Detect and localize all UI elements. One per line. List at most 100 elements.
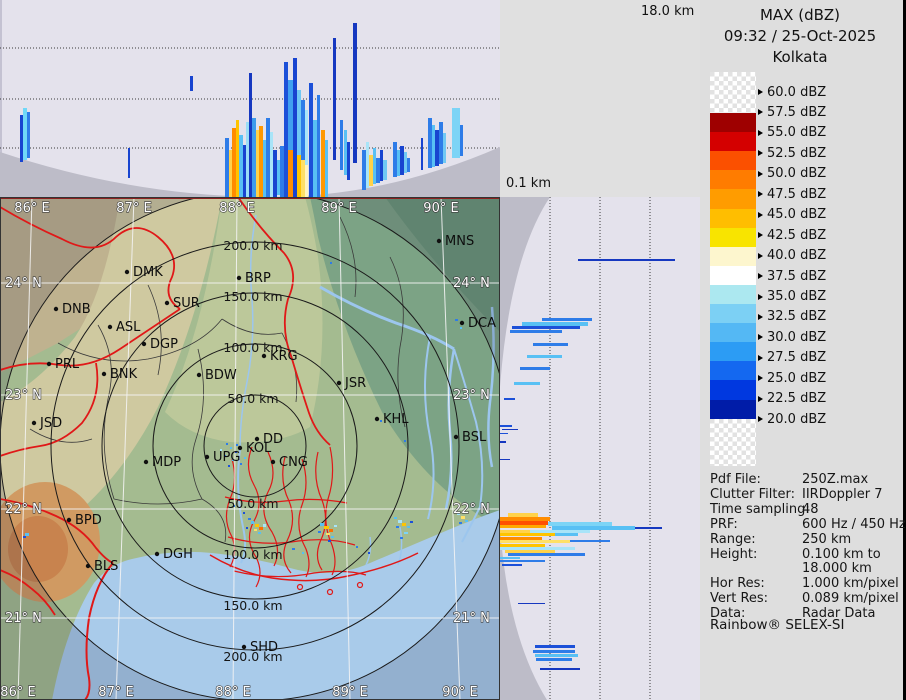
tick-arrow-icon: [758, 293, 763, 300]
echo-bar: [460, 125, 463, 156]
scale-tick-text: 22.5 dBZ: [767, 391, 827, 407]
echo-bar: [305, 165, 308, 197]
echo-pixel: [258, 532, 261, 534]
scale-tick-label: 35.0 dBZ: [758, 289, 827, 304]
city-dot: [124, 269, 130, 275]
city-label: BSL: [462, 430, 487, 445]
echo-bar: [540, 668, 580, 670]
scale-tick-text: 50.0 dBZ: [767, 166, 827, 182]
info-value: 0.100 km to: [802, 546, 881, 562]
scale-checker-swatch: [710, 72, 756, 113]
longitude-label-top: 86° E: [14, 201, 49, 216]
echo-pixel: [263, 524, 266, 527]
city-dot: [66, 517, 72, 523]
echo-bar: [301, 100, 305, 160]
scale-tick-text: 37.5 dBZ: [767, 268, 827, 284]
longitude-label-bottom: 87° E: [98, 685, 133, 700]
city-label: UPG: [213, 450, 240, 465]
echo-pixel: [251, 521, 254, 524]
city-dot: [85, 563, 91, 569]
tick-arrow-icon: [758, 313, 763, 320]
echo-bar: [344, 130, 347, 175]
echo-bar: [27, 112, 30, 158]
longitude-label-top: 87° E: [116, 201, 151, 216]
echo-pixel: [302, 552, 304, 554]
longitude-label-top: 89° E: [321, 201, 356, 216]
city-label: BDW: [205, 368, 237, 383]
scale-tick-label: 27.5 dBZ: [758, 350, 827, 366]
longitude-label-top: 90° E: [423, 201, 458, 216]
echo-pixel: [330, 262, 332, 264]
city-label: DCA: [468, 316, 496, 331]
scale-tick-text: 27.5 dBZ: [767, 350, 827, 366]
echo-pixel: [396, 526, 399, 528]
echo-bar: [305, 110, 308, 165]
tick-arrow-icon: [758, 170, 763, 177]
latitude-label-right: 24° N: [453, 276, 490, 291]
echo-pixel: [402, 523, 406, 526]
scale-color-swatch: [710, 380, 756, 400]
range-ring-label-south: 100.0 km: [223, 547, 282, 562]
echo-bar: [266, 118, 270, 197]
info-label: Hor Res:: [710, 576, 765, 592]
echo-pixel: [455, 319, 458, 321]
city-dot: [46, 361, 52, 367]
city-dot: [204, 454, 210, 460]
info-row: 18.000 km: [710, 561, 902, 576]
city-label: BPD: [75, 513, 102, 528]
info-value: 250 km: [802, 531, 852, 547]
echo-bar: [383, 160, 387, 180]
echo-pixel: [404, 440, 406, 442]
scale-color-swatch: [710, 399, 756, 420]
scale-tick-label: 20.0 dBZ: [758, 412, 826, 427]
echo-bar: [635, 527, 662, 529]
info-label: PRF:: [710, 516, 738, 532]
scale-color-swatch: [710, 208, 756, 229]
echo-bar: [552, 526, 635, 530]
echo-bar: [510, 330, 562, 333]
echo-bar: [500, 441, 506, 443]
city-dot: [143, 459, 149, 465]
scale-tick-text: 35.0 dBZ: [767, 289, 827, 304]
tick-arrow-icon: [758, 211, 763, 218]
echo-bar: [263, 140, 266, 197]
echo-pixel: [255, 524, 259, 527]
echo-bar: [518, 603, 545, 604]
info-row: PRF: 600 Hz / 450 Hz: [710, 516, 906, 532]
echo-bar: [256, 130, 259, 197]
echo-bar: [514, 382, 540, 385]
city-dot: [154, 551, 160, 557]
echo-pixel: [400, 537, 403, 539]
city-dot: [336, 380, 342, 386]
echo-bar: [20, 115, 23, 162]
echo-bar: [321, 130, 325, 197]
info-value: 600 Hz / 450 Hz: [802, 516, 906, 532]
echo-bar: [277, 160, 280, 195]
info-label: Clutter Filter:: [710, 486, 795, 502]
echo-pixel: [23, 536, 26, 538]
yz-projection-canvas: [500, 197, 700, 700]
echo-bar: [229, 150, 232, 197]
max-display-map-panel: 50.0 km 50.0 km 100.0 km 100.0 km 150.0 km 15…: [0, 197, 500, 700]
echo-bar: [246, 122, 249, 197]
city-dot: [436, 238, 442, 244]
echo-bar: [452, 108, 460, 158]
info-value: 250Z.max: [802, 472, 869, 487]
echo-bar: [273, 150, 277, 197]
height-axis-max-label: 18.0 km: [641, 4, 695, 19]
city-label: DGP: [150, 337, 178, 352]
scale-tick-label: 32.5 dBZ: [758, 309, 826, 324]
scale-tick-label: 22.5 dBZ: [758, 391, 827, 407]
scale-color-swatch: [710, 265, 756, 286]
echo-bar: [297, 155, 301, 197]
echo-pixel: [459, 522, 462, 524]
scale-tick-text: 55.0 dBZ: [767, 125, 827, 141]
echo-bar: [380, 150, 383, 181]
echo-bar: [362, 150, 366, 190]
scale-tick-text: 42.5 dBZ: [767, 227, 827, 243]
echo-bar: [333, 38, 336, 160]
scale-tick-label: 50.0 dBZ: [758, 166, 827, 182]
xz-projection-panel: [0, 0, 500, 197]
echo-bar: [252, 118, 256, 197]
tick-arrow-icon: [758, 375, 763, 382]
